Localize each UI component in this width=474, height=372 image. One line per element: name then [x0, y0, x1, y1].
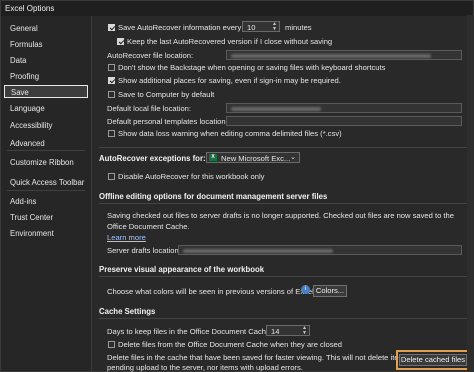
server-drafts-label: Server drafts location:: [107, 246, 181, 255]
section-divider: [99, 276, 468, 277]
sidebar-item-general[interactable]: General: [4, 22, 88, 35]
default-templates-location-label: Default personal templates location:: [107, 117, 228, 126]
title-bar: Excel Options: [1, 1, 473, 16]
preserve-appearance-heading: Preserve visual appearance of the workbo…: [99, 265, 265, 274]
cache-days-value: 14: [271, 327, 280, 336]
dont-show-backstage-label: Don't show the Backstage when opening or…: [118, 63, 386, 72]
keep-last-checkbox[interactable]: [117, 38, 124, 45]
cache-settings-heading: Cache Settings: [99, 307, 156, 316]
show-additional-places-checkbox[interactable]: [108, 77, 115, 84]
disable-autorecover-checkbox[interactable]: [108, 173, 115, 180]
sidebar-item-language[interactable]: Language: [4, 102, 88, 115]
minutes-label: minutes: [285, 23, 312, 32]
cache-days-label: Days to keep files in the Office Documen…: [107, 327, 273, 336]
sidebar-item-advanced[interactable]: Advanced: [4, 137, 88, 150]
delete-cache-info-line2: pending upload to the server, nor items …: [107, 363, 303, 372]
delete-on-close-label: Delete files from the Office Document Ca…: [118, 340, 342, 349]
dont-show-backstage-checkbox[interactable]: [108, 64, 115, 71]
server-drafts-input[interactable]: [178, 245, 462, 255]
options-sidebar: General Formulas Data Proofing Save Lang…: [1, 16, 92, 371]
info-icon[interactable]: i: [301, 285, 310, 294]
autorecover-checkbox[interactable]: [108, 24, 115, 31]
sidebar-divider: [7, 190, 85, 191]
show-additional-places-label: Show additional places for saving, even …: [118, 76, 341, 85]
data-loss-warning-label: Show data loss warning when editing comm…: [118, 129, 342, 138]
sidebar-item-accessibility[interactable]: Accessibility: [4, 119, 88, 132]
workbook-dropdown[interactable]: X New Microsoft Exc... ⌄: [206, 152, 300, 163]
window-title: Excel Options: [5, 4, 55, 13]
autorecover-minutes-value: 10: [247, 23, 256, 32]
default-local-location-input[interactable]: [226, 103, 462, 113]
section-divider: [99, 318, 468, 319]
autorecover-location-input[interactable]: [226, 50, 462, 60]
delete-cached-files-button[interactable]: Delete cached files: [399, 354, 467, 366]
scrollbar[interactable]: [467, 15, 474, 372]
delete-on-close-checkbox[interactable]: [108, 341, 115, 348]
autorecover-minutes-spinner[interactable]: 10 ▲ ▼: [242, 21, 280, 32]
spinner-arrows-icon[interactable]: ▲ ▼: [272, 22, 277, 32]
learn-more-link[interactable]: Learn more: [107, 233, 146, 242]
keep-last-label: Keep the last AutoRecovered version if I…: [127, 37, 333, 46]
offline-editing-heading: Offline editing options for document man…: [99, 192, 328, 201]
default-local-location-label: Default local file location:: [107, 104, 191, 113]
data-loss-warning-checkbox[interactable]: [108, 130, 115, 137]
save-to-computer-checkbox[interactable]: [108, 91, 115, 98]
cache-days-spinner[interactable]: 14 ▲ ▼: [266, 325, 310, 336]
autorecover-exceptions-label: AutoRecover exceptions for:: [99, 154, 206, 163]
colors-button[interactable]: Colors...: [313, 285, 347, 297]
autorecover-location-label: AutoRecover file location:: [107, 51, 194, 60]
workbook-dropdown-value: New Microsoft Exc...: [221, 154, 291, 163]
default-templates-location-input[interactable]: [226, 116, 462, 126]
spinner-arrows-icon[interactable]: ▲ ▼: [302, 326, 307, 336]
offline-description: Saving checked out files to server draft…: [107, 211, 454, 231]
colors-label: Choose what colors will be seen in previ…: [107, 287, 316, 296]
sidebar-item-customize-ribbon[interactable]: Customize Ribbon: [4, 156, 88, 169]
section-divider: [99, 203, 468, 204]
sidebar-item-formulas[interactable]: Formulas: [4, 38, 88, 51]
sidebar-item-data[interactable]: Data: [4, 54, 88, 67]
sidebar-divider: [7, 150, 85, 151]
autorecover-label: Save AutoRecover information every: [118, 23, 242, 32]
sidebar-item-trust-center[interactable]: Trust Center: [4, 211, 88, 224]
sidebar-item-proofing[interactable]: Proofing: [4, 70, 88, 83]
sidebar-item-environment[interactable]: Environment: [4, 227, 88, 240]
chevron-down-icon: ⌄: [290, 154, 296, 161]
excel-icon: X: [209, 154, 217, 161]
sidebar-item-save[interactable]: Save: [4, 85, 88, 98]
section-divider: [99, 147, 468, 148]
save-to-computer-label: Save to Computer by default: [118, 90, 215, 99]
sidebar-item-add-ins[interactable]: Add-ins: [4, 195, 88, 208]
delete-cache-info-line1: Delete files in the cache that have been…: [107, 353, 409, 362]
disable-autorecover-label: Disable AutoRecover for this workbook on…: [118, 172, 265, 181]
sidebar-item-quick-access-toolbar[interactable]: Quick Access Toolbar: [4, 176, 88, 189]
